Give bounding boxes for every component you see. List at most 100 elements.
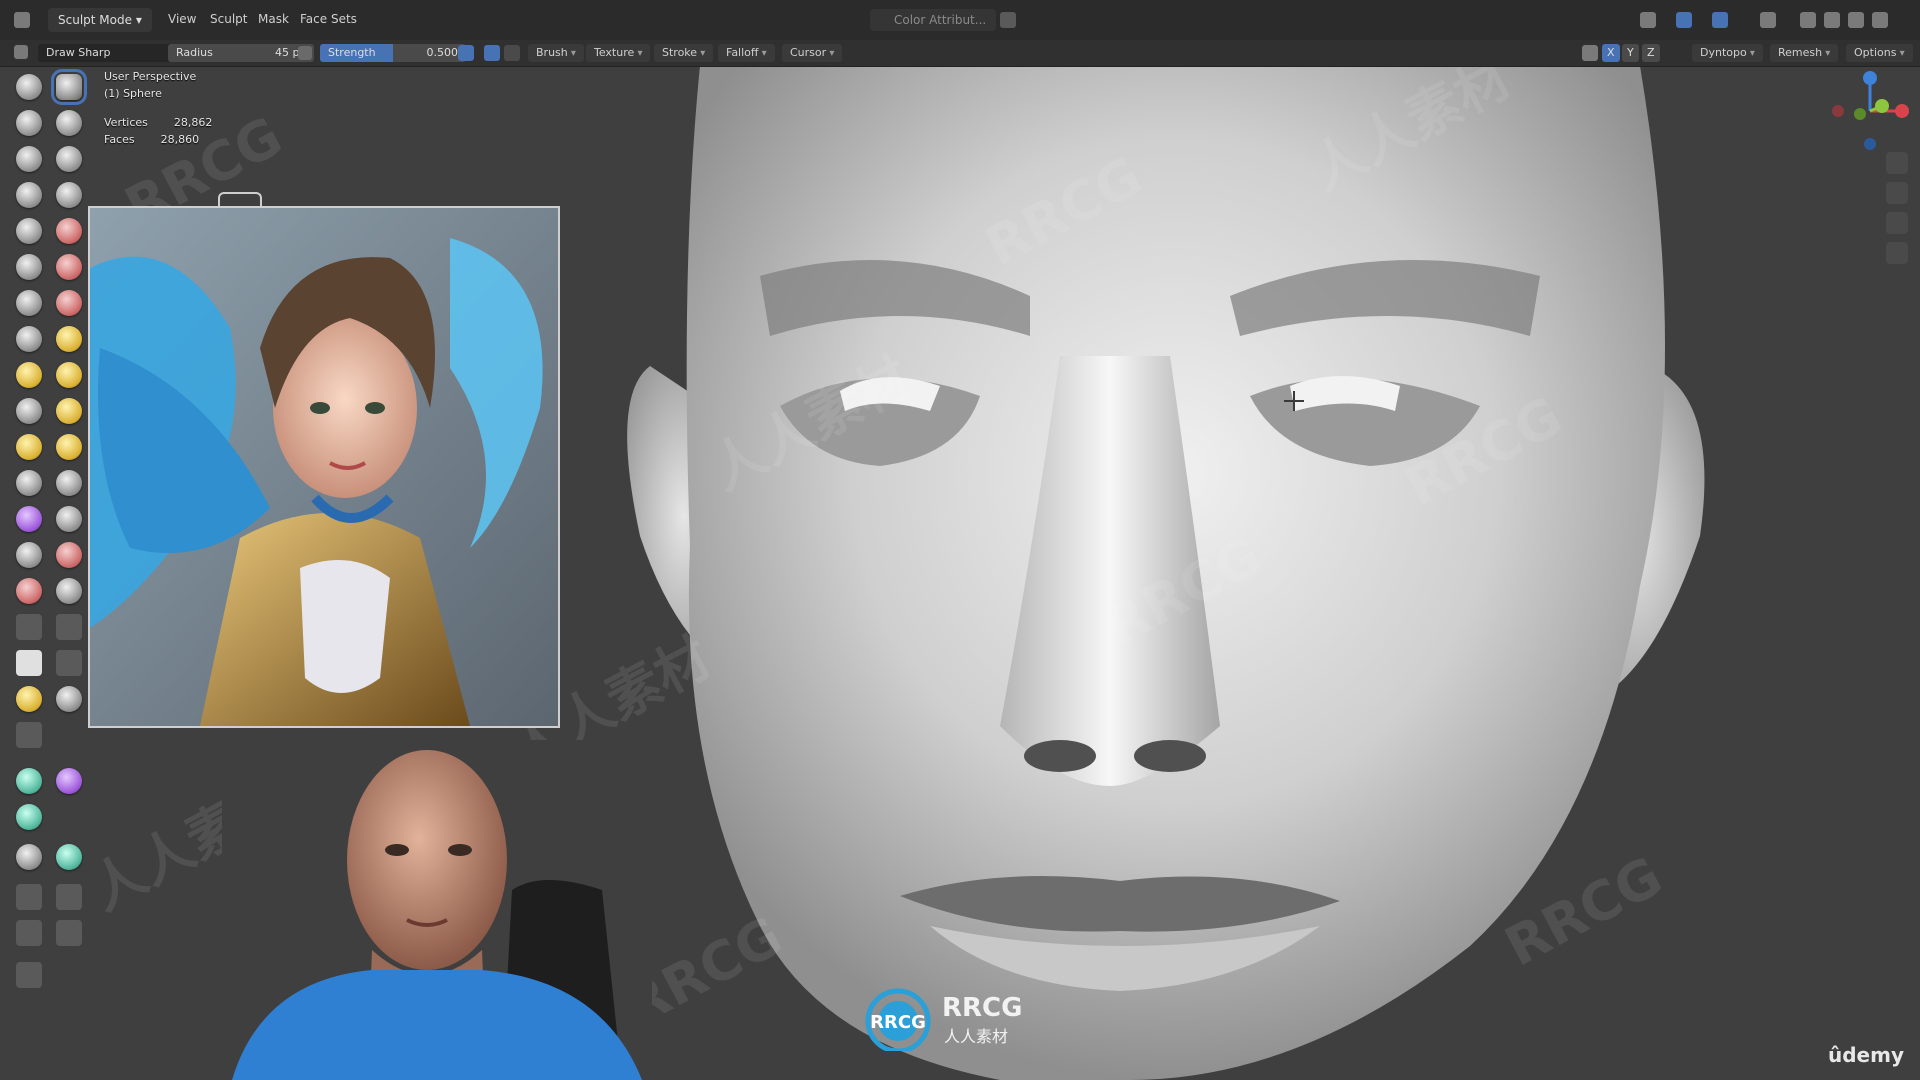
gizmo-toggle-icon[interactable] xyxy=(1676,12,1692,28)
remesh-menu[interactable]: Remesh xyxy=(1770,44,1839,62)
smear-brush-icon[interactable] xyxy=(56,614,82,640)
line-project-icon[interactable] xyxy=(16,722,42,748)
elastic-deform-brush-icon[interactable] xyxy=(16,362,42,388)
navigation-gizmo[interactable] xyxy=(1820,66,1920,286)
mirror-x-toggle[interactable]: X xyxy=(1602,44,1620,62)
pan-hand-icon[interactable] xyxy=(1886,182,1908,204)
pinch-brush-icon[interactable] xyxy=(16,326,42,352)
webcam-overlay xyxy=(222,740,652,1080)
brush-menu[interactable]: Brush xyxy=(528,44,584,62)
options-menu[interactable]: Options xyxy=(1846,44,1913,62)
clay-thumb-brush-icon[interactable] xyxy=(16,146,42,172)
box-face-set-icon[interactable] xyxy=(16,686,42,712)
annotate-tool-icon[interactable] xyxy=(16,962,42,988)
thumb-brush-icon[interactable] xyxy=(16,398,42,424)
clay-brush-icon[interactable] xyxy=(16,110,42,136)
vertices-value: 28,862 xyxy=(173,116,213,129)
mask-brush-icon[interactable] xyxy=(16,542,42,568)
edit-face-set-icon[interactable] xyxy=(16,844,42,870)
draw-brush-icon[interactable] xyxy=(16,74,42,100)
stroke-menu[interactable]: Stroke xyxy=(654,44,714,62)
reference-image-handle[interactable] xyxy=(218,192,262,206)
zoom-icon[interactable] xyxy=(1886,152,1908,174)
box-trim-icon[interactable] xyxy=(56,686,82,712)
box-hide-icon[interactable] xyxy=(56,650,82,676)
pose-brush-icon[interactable] xyxy=(56,398,82,424)
cloth-filter-icon[interactable] xyxy=(56,768,82,794)
paint-brush-icon[interactable] xyxy=(16,614,42,640)
multiplane-scrape-brush-icon[interactable] xyxy=(56,290,82,316)
brush-name-field[interactable]: Draw Sharp xyxy=(38,44,174,62)
shading-rendered-icon[interactable] xyxy=(1848,12,1864,28)
nudge-brush-icon[interactable] xyxy=(16,434,42,460)
visibility-icon[interactable] xyxy=(1640,12,1656,28)
menu-view[interactable]: View xyxy=(168,12,196,26)
strength-value: 0.500 xyxy=(426,46,459,59)
mirror-z-toggle[interactable]: Z xyxy=(1642,44,1660,62)
draw-sharp-brush-icon[interactable] xyxy=(51,69,87,105)
xray-icon[interactable] xyxy=(1760,12,1776,28)
scrape-brush-icon[interactable] xyxy=(16,290,42,316)
color-attribute-dropdown[interactable]: Color Attribut... xyxy=(870,9,997,31)
slide-relax-brush-icon[interactable] xyxy=(16,470,42,496)
texture-menu[interactable]: Texture xyxy=(586,44,651,62)
menu-mask[interactable]: Mask xyxy=(258,12,289,26)
mirror-y-toggle[interactable]: Y xyxy=(1622,44,1639,62)
shading-solid-icon[interactable] xyxy=(1800,12,1816,28)
editor-type-icon[interactable] xyxy=(14,12,30,28)
radius-field[interactable]: Radius 45 px xyxy=(168,44,314,62)
mode-selector[interactable]: Sculpt Mode ▾ xyxy=(48,8,152,32)
menu-sculpt[interactable]: Sculpt xyxy=(210,12,247,26)
smooth-brush-icon[interactable] xyxy=(56,218,82,244)
rotate-tool-icon[interactable] xyxy=(56,884,82,910)
camera-view-icon[interactable] xyxy=(1886,212,1908,234)
simplify-brush-icon[interactable] xyxy=(56,506,82,532)
multires-displacement-smear-icon[interactable] xyxy=(56,578,82,604)
shading-icon[interactable] xyxy=(1000,12,1016,28)
reference-illustration xyxy=(90,208,558,726)
cursor-menu[interactable]: Cursor xyxy=(782,44,843,62)
transform-tool-icon[interactable] xyxy=(56,920,82,946)
color-filter-icon[interactable] xyxy=(16,804,42,830)
mode-label: Sculpt Mode xyxy=(58,13,132,27)
logo-text-cn: 人人素材 xyxy=(944,1027,1009,1046)
mask-by-color-icon[interactable] xyxy=(56,844,82,870)
scale-tool-icon[interactable] xyxy=(16,920,42,946)
move-tool-icon[interactable] xyxy=(16,884,42,910)
dyntopo-menu[interactable]: Dyntopo xyxy=(1692,44,1763,62)
rotate-brush-icon[interactable] xyxy=(56,434,82,460)
shading-material-icon[interactable] xyxy=(1824,12,1840,28)
box-mask-icon[interactable] xyxy=(16,650,42,676)
object-label: (1) Sphere xyxy=(104,87,162,100)
multires-displacement-eraser-icon[interactable] xyxy=(16,578,42,604)
menu-face-sets[interactable]: Face Sets xyxy=(300,12,357,26)
cloth-brush-icon[interactable] xyxy=(16,506,42,532)
blob-brush-icon[interactable] xyxy=(56,182,82,208)
boundary-brush-icon[interactable] xyxy=(56,470,82,496)
presenter-video xyxy=(222,740,652,1080)
flatten-brush-icon[interactable] xyxy=(16,254,42,280)
grab-brush-icon[interactable] xyxy=(56,326,82,352)
mesh-filter-icon[interactable] xyxy=(16,768,42,794)
faces-label: Faces xyxy=(104,133,135,146)
reference-image[interactable] xyxy=(88,206,560,728)
shading-options-icon[interactable] xyxy=(1872,12,1888,28)
udemy-logo: ûdemy xyxy=(1828,1043,1904,1067)
clay-strips-brush-icon[interactable] xyxy=(56,110,82,136)
radius-pressure-icon[interactable] xyxy=(298,46,312,60)
axis-gizmo[interactable] xyxy=(1820,66,1920,166)
rrcg-logo: RRCG RRCG 人人素材 xyxy=(862,985,1062,1054)
snake-hook-brush-icon[interactable] xyxy=(56,362,82,388)
falloff-menu[interactable]: Falloff xyxy=(718,44,775,62)
strength-field[interactable]: Strength 0.500 xyxy=(320,44,466,62)
fill-brush-icon[interactable] xyxy=(56,254,82,280)
crease-brush-icon[interactable] xyxy=(16,218,42,244)
layer-brush-icon[interactable] xyxy=(56,146,82,172)
draw-face-sets-brush-icon[interactable] xyxy=(56,542,82,568)
direction-add-icon[interactable] xyxy=(484,45,500,61)
inflate-brush-icon[interactable] xyxy=(16,182,42,208)
ortho-grid-icon[interactable] xyxy=(1886,242,1908,264)
strength-pressure-icon[interactable] xyxy=(458,45,474,61)
overlay-toggle-icon[interactable] xyxy=(1712,12,1728,28)
direction-subtract-icon[interactable] xyxy=(504,45,520,61)
